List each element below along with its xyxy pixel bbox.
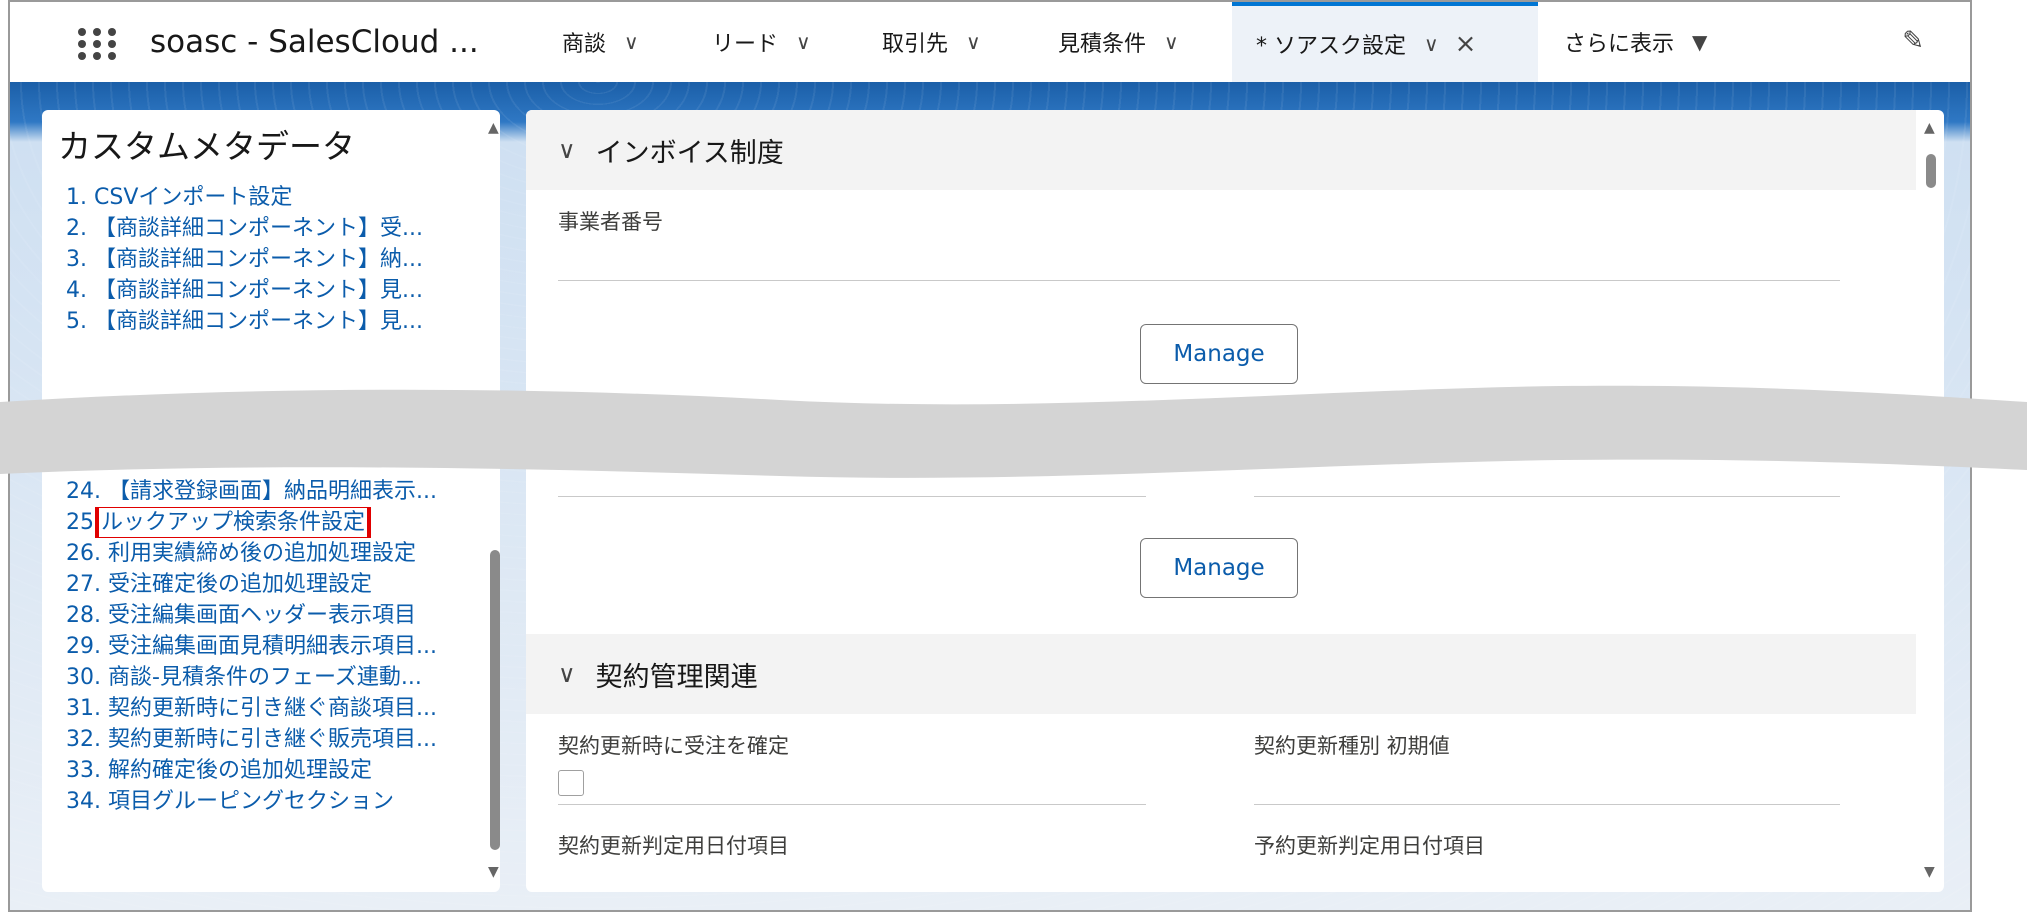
- scroll-up-icon[interactable]: ▲: [488, 120, 499, 136]
- tab-label: 見積条件: [1058, 32, 1147, 57]
- field-label-renewal-type-default: 契約更新種別 初期値: [1254, 734, 1450, 758]
- field-underline: [558, 280, 1840, 281]
- scroll-down-icon[interactable]: ▼: [488, 864, 499, 880]
- scrollbar-thumb[interactable]: [490, 550, 500, 850]
- section-header-invoice[interactable]: ∨ インボイス制度: [526, 110, 1916, 190]
- list-item-lookup-filter-settings[interactable]: 25 ルックアップ検索条件設定: [66, 507, 486, 538]
- field-label-renewal-date-field: 契約更新判定用日付項目: [558, 834, 789, 858]
- scrollbar-thumb[interactable]: [1926, 154, 1936, 188]
- chevron-down-icon[interactable]: ∨: [624, 30, 639, 54]
- manage-button[interactable]: Manage: [1140, 324, 1298, 384]
- pencil-icon[interactable]: ✎: [1902, 26, 1924, 56]
- scroll-down-icon[interactable]: ▼: [1924, 864, 1935, 880]
- field-underline: [1254, 496, 1840, 497]
- tab-more[interactable]: さらに表示 ▼: [1564, 2, 1707, 82]
- tab-label: リード: [712, 32, 779, 57]
- list-item[interactable]: 31. 契約更新時に引き継ぐ商談項目...: [66, 693, 486, 724]
- tab-soasc-settings[interactable]: * ソアスク設定 ∨ ×: [1232, 2, 1538, 82]
- chevron-down-icon[interactable]: ∨: [1164, 30, 1179, 54]
- list-item[interactable]: 5. 【商談詳細コンポーネント】見...: [66, 306, 486, 337]
- field-label-business-number: 事業者番号: [558, 210, 663, 234]
- right-scrollbar[interactable]: ▲ ▼: [1924, 110, 1940, 892]
- list-item[interactable]: 29. 受注編集画面見積明細表示項目...: [66, 631, 486, 662]
- list-item[interactable]: 2. 【商談詳細コンポーネント】受...: [66, 213, 486, 244]
- omission-band: [0, 385, 2027, 478]
- list-item[interactable]: 4. 【商談詳細コンポーネント】見...: [66, 275, 486, 306]
- tab-label: 取引先: [882, 32, 949, 57]
- tab-opportunity[interactable]: 商談 ∨: [562, 2, 639, 82]
- highlighted-label[interactable]: ルックアップ検索条件設定: [94, 507, 372, 538]
- chevron-down-icon[interactable]: ∨: [558, 660, 576, 688]
- field-underline: [558, 496, 1146, 497]
- tab-account[interactable]: 取引先 ∨: [882, 2, 981, 82]
- field-underline: [558, 804, 1146, 805]
- section-title: 契約管理関連: [595, 661, 758, 693]
- chevron-down-icon[interactable]: ∨: [966, 30, 981, 54]
- list-item[interactable]: 30. 商談-見積条件のフェーズ連動...: [66, 662, 486, 693]
- metadata-list-bottom: 24. 【請求登録画面】納品明細表示... 25 ルックアップ検索条件設定 26…: [66, 476, 486, 817]
- list-item[interactable]: 28. 受注編集画面ヘッダー表示項目: [66, 600, 486, 631]
- field-label-confirm-order-on-renewal: 契約更新時に受注を確定: [558, 734, 789, 758]
- chevron-down-icon[interactable]: ∨: [1424, 32, 1439, 56]
- close-icon[interactable]: ×: [1455, 29, 1477, 59]
- list-item[interactable]: 33. 解約確定後の追加処理設定: [66, 755, 486, 786]
- metadata-list-top: 1. CSVインポート設定 2. 【商談詳細コンポーネント】受... 3. 【商…: [66, 182, 486, 337]
- tab-label: さらに表示: [1564, 32, 1675, 57]
- list-item[interactable]: 26. 利用実績締め後の追加処理設定: [66, 538, 486, 569]
- list-item[interactable]: 32. 契約更新時に引き継ぐ販売項目...: [66, 724, 486, 755]
- left-scrollbar[interactable]: ▲ ▼: [488, 110, 500, 892]
- tab-lead[interactable]: リード ∨: [712, 2, 811, 82]
- list-item[interactable]: 3. 【商談詳細コンポーネント】納...: [66, 244, 486, 275]
- panel-title: カスタムメタデータ: [58, 127, 355, 166]
- manage-button[interactable]: Manage: [1140, 538, 1298, 598]
- list-item[interactable]: 34. 項目グルーピングセクション: [66, 786, 486, 817]
- tab-label: 商談: [562, 32, 607, 57]
- tab-quote-conditions[interactable]: 見積条件 ∨: [1058, 2, 1179, 82]
- caret-down-icon[interactable]: ▼: [1692, 30, 1707, 54]
- app-launcher-icon[interactable]: [78, 28, 118, 60]
- confirm-order-checkbox[interactable]: [558, 770, 584, 796]
- list-item[interactable]: 27. 受注確定後の追加処理設定: [66, 569, 486, 600]
- settings-detail-panel: ∨ インボイス制度 事業者番号 Manage Manage ∨ 契約管理関連 契…: [526, 110, 1944, 892]
- section-title: インボイス制度: [595, 137, 784, 169]
- global-nav-bar: soasc - SalesCloud ... 商談 ∨ リード ∨ 取引先 ∨ …: [10, 2, 1970, 83]
- field-label-reservation-renewal-date-field: 予約更新判定用日付項目: [1254, 834, 1485, 858]
- tab-label: * ソアスク設定: [1256, 34, 1406, 59]
- custom-metadata-list-panel: カスタムメタデータ 1. CSVインポート設定 2. 【商談詳細コンポーネント】…: [42, 110, 500, 892]
- section-header-contract-management[interactable]: ∨ 契約管理関連: [526, 634, 1916, 714]
- chevron-down-icon[interactable]: ∨: [558, 136, 576, 164]
- app-name: soasc - SalesCloud ...: [150, 24, 479, 60]
- scroll-up-icon[interactable]: ▲: [1924, 120, 1935, 136]
- list-item[interactable]: 1. CSVインポート設定: [66, 182, 486, 213]
- field-underline: [1254, 804, 1840, 805]
- chevron-down-icon[interactable]: ∨: [796, 30, 811, 54]
